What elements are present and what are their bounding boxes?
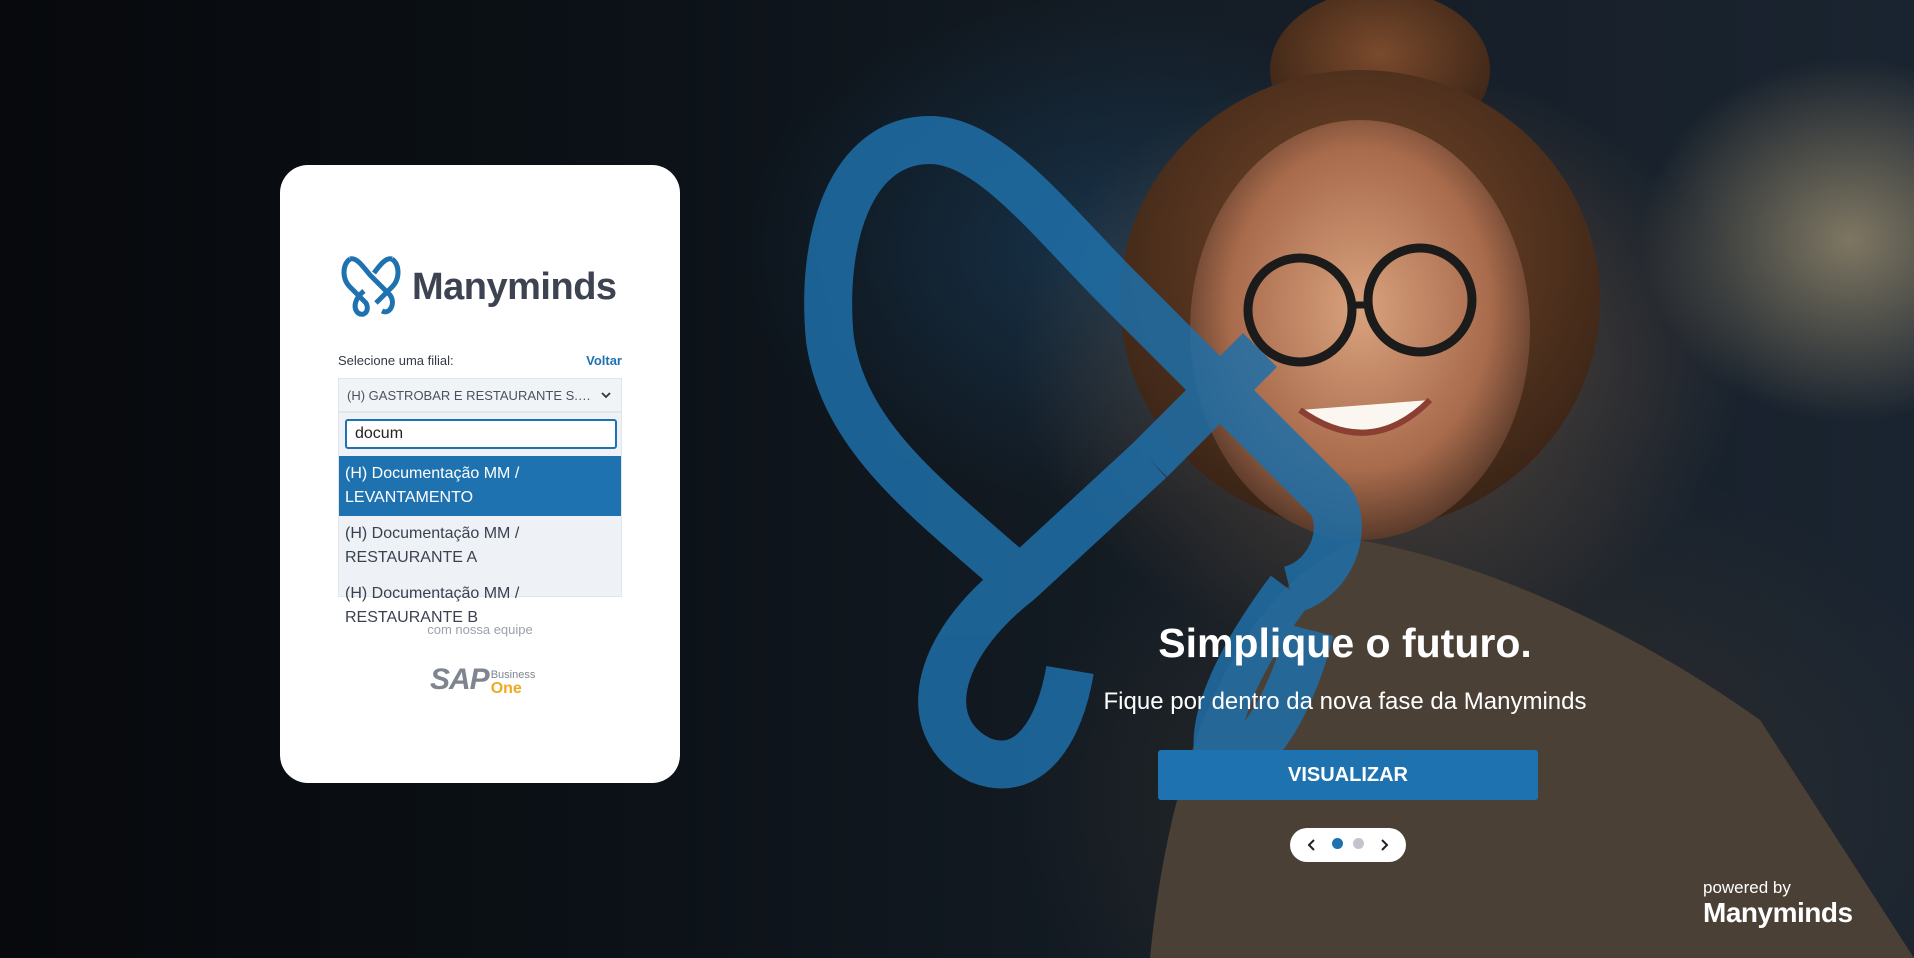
brand-name: Manyminds bbox=[412, 265, 617, 308]
carousel-dots bbox=[1327, 836, 1369, 854]
carousel-dot[interactable] bbox=[1353, 838, 1364, 849]
branch-options-list: (H) Documentação MM / LEVANTAMENTO (H) D… bbox=[339, 456, 621, 636]
chevron-right-icon bbox=[1381, 839, 1389, 851]
branch-select[interactable]: (H) GASTROBAR E RESTAURANTE S.A. ... bbox=[338, 378, 622, 412]
back-link[interactable]: Voltar bbox=[586, 353, 622, 368]
powered-by-name: Manyminds bbox=[1703, 897, 1853, 928]
branch-select-value: (H) GASTROBAR E RESTAURANTE S.A. ... bbox=[347, 387, 599, 403]
login-page: Manyminds Selecione uma filial: Voltar (… bbox=[0, 0, 1914, 958]
brand: Manyminds bbox=[340, 255, 617, 319]
sap-sub: Business One bbox=[490, 669, 536, 697]
sap-business-one-logo: SAP Business One bbox=[430, 663, 536, 697]
branch-search-input[interactable] bbox=[345, 419, 617, 449]
sap-word: SAP bbox=[430, 663, 490, 696]
hero-subtitle: Fique por dentro da nova fase da Manymin… bbox=[1103, 688, 1587, 715]
powered-by-label: powered by bbox=[1703, 878, 1791, 897]
branch-dropdown: (H) Documentação MM / LEVANTAMENTO (H) D… bbox=[338, 412, 622, 626]
chevron-down-icon bbox=[601, 392, 611, 399]
manyminds-logo-icon bbox=[341, 256, 401, 317]
chevron-left-icon bbox=[1307, 839, 1315, 851]
branch-option[interactable]: (H) Documentação MM / LEVANTAMENTO bbox=[339, 456, 621, 516]
branch-option[interactable]: (H) Documentação MM / RESTAURANTE A bbox=[339, 516, 621, 576]
visualizar-button[interactable]: VISUALIZAR bbox=[1158, 750, 1538, 800]
hero-title: Simplique o futuro. bbox=[1158, 620, 1532, 666]
login-card: Manyminds Selecione uma filial: Voltar (… bbox=[280, 165, 680, 783]
carousel-dot[interactable] bbox=[1332, 838, 1343, 849]
card-footnote: com nossa equipe bbox=[427, 622, 533, 637]
branch-label-row: Selecione uma filial: Voltar bbox=[338, 353, 622, 368]
sap-one: One bbox=[490, 680, 522, 697]
powered-by-badge: powered by Manyminds bbox=[1703, 878, 1853, 928]
branch-label: Selecione uma filial: bbox=[338, 353, 454, 368]
carousel-prev-button[interactable] bbox=[1304, 837, 1320, 853]
carousel-pager bbox=[1290, 828, 1406, 862]
carousel-next-button[interactable] bbox=[1376, 837, 1392, 853]
